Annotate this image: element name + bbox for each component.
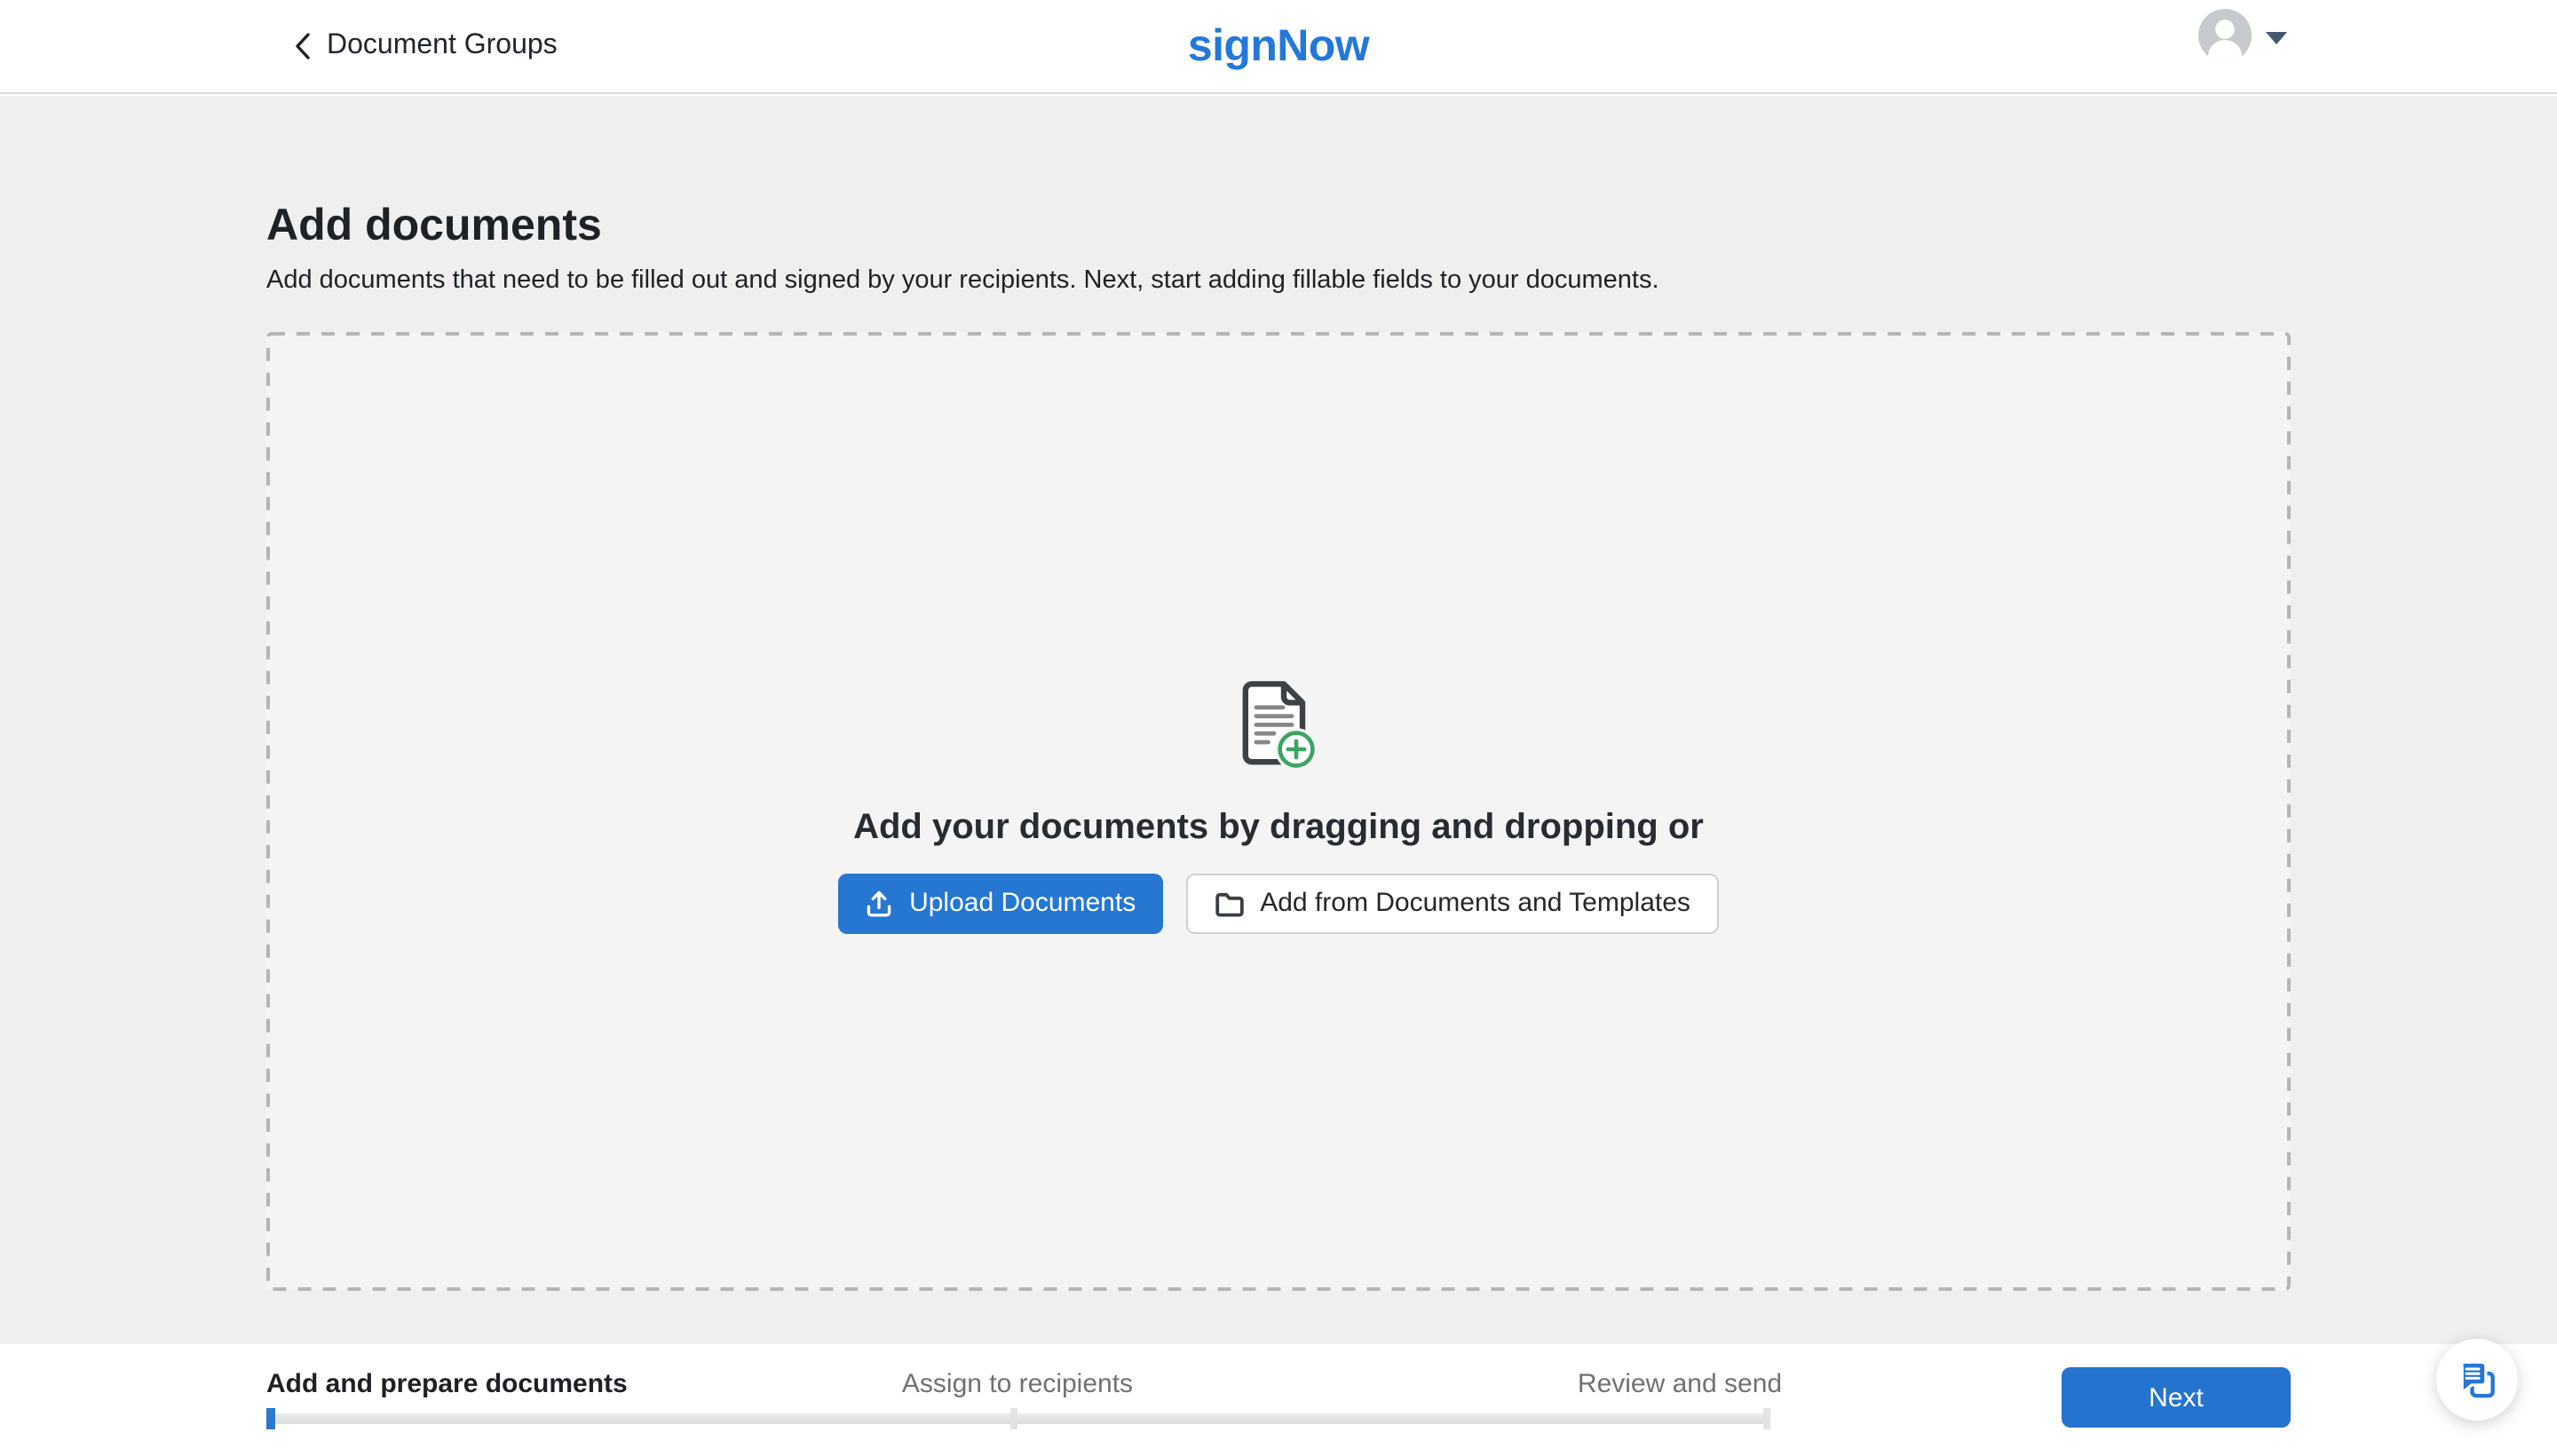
signnow-app: Document Groups signNow Add documents Ad… (0, 0, 2557, 1456)
add-from-library-label: Add from Documents and Templates (1260, 890, 1690, 916)
page-title: Add documents (266, 96, 2291, 254)
back-link-label: Document Groups (327, 32, 558, 60)
dropzone-heading: Add your documents by dragging and dropp… (853, 805, 1704, 848)
next-button[interactable]: Next (2062, 1367, 2291, 1428)
progress-step-divider (1763, 1408, 1770, 1429)
page-subtitle: Add documents that need to be filled out… (266, 263, 2291, 298)
top-header: Document Groups signNow (0, 0, 2557, 94)
wizard-step-add-and-prepare: Add and prepare documents (266, 1371, 628, 1397)
wizard-progress-fill (266, 1408, 275, 1429)
add-document-icon (1238, 679, 1319, 768)
dropzone-buttons: Upload Documents Add from Documents and … (838, 873, 1719, 933)
wizard-step-review-and-send: Review and send (1578, 1371, 1782, 1397)
wizard-step-label: Add and prepare documents (266, 1369, 628, 1399)
main-content: Add documents Add documents that need to… (0, 96, 2557, 1344)
upload-icon (865, 889, 893, 917)
wizard-step-assign-to-recipients: Assign to recipients (902, 1371, 1133, 1397)
back-to-document-groups-link[interactable]: Document Groups (295, 0, 558, 92)
account-menu[interactable] (2198, 9, 2287, 80)
chat-widget-button[interactable] (2436, 1339, 2518, 1420)
add-from-library-button[interactable]: Add from Documents and Templates (1185, 873, 1719, 933)
chevron-left-icon (295, 32, 311, 60)
chevron-down-icon (2266, 32, 2287, 44)
progress-step-divider (1010, 1408, 1017, 1429)
upload-documents-button[interactable]: Upload Documents (838, 873, 1162, 933)
wizard-step-label: Review and send (1578, 1369, 1782, 1399)
folder-icon (1214, 889, 1244, 917)
wizard-progress-track (266, 1413, 1770, 1424)
wizard-footer: Add and prepare documents Assign to reci… (0, 1344, 2557, 1456)
wizard-step-label: Assign to recipients (902, 1369, 1133, 1399)
document-dropzone[interactable]: Add your documents by dragging and dropp… (266, 332, 2291, 1291)
avatar (2198, 9, 2252, 62)
upload-documents-label: Upload Documents (909, 890, 1136, 916)
chat-bubbles-icon (2455, 1357, 2499, 1402)
dropzone-inner: Add your documents by dragging and dropp… (266, 332, 2291, 1291)
